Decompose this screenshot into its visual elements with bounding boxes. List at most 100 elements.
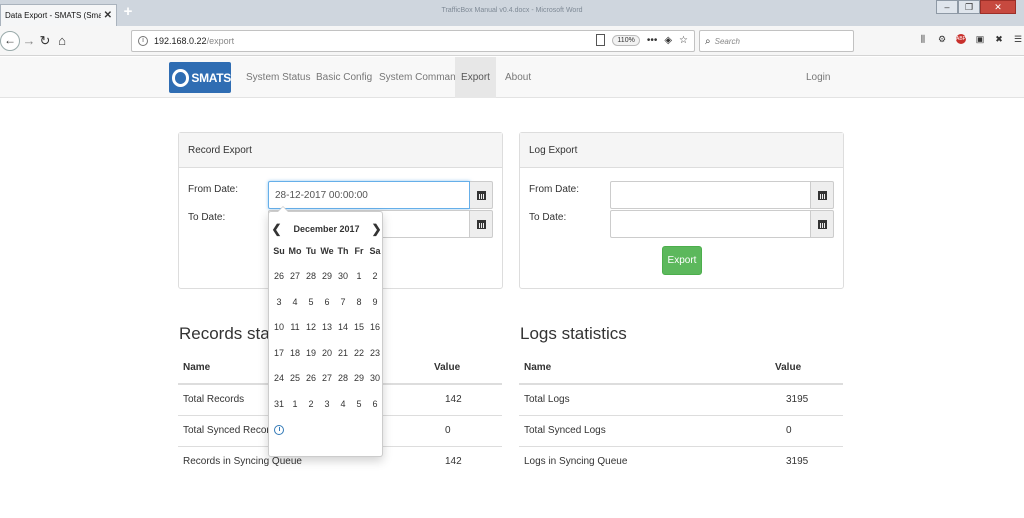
calendar-icon	[476, 190, 486, 200]
calendar-icon	[817, 190, 827, 200]
nav-system-status[interactable]: System Status	[238, 57, 318, 98]
datepicker-day[interactable]: 30	[367, 372, 383, 398]
log-to-label: To Date:	[529, 212, 567, 223]
logs-statistics-table: Name Value Total Logs 3195 Total Synced …	[519, 352, 843, 477]
datepicker-day[interactable]: 27	[319, 372, 335, 398]
home-button[interactable]: ⌂	[55, 32, 69, 50]
log-to-calendar-button[interactable]	[811, 210, 834, 238]
datepicker-day[interactable]: 30	[335, 270, 351, 296]
extension-gear-icon[interactable]: ⚙	[937, 34, 947, 44]
datepicker-day[interactable]: 2	[367, 270, 383, 296]
weekday-header: Tu	[305, 246, 317, 256]
log-to-date-input[interactable]	[610, 210, 811, 238]
weekday-header: Sa	[369, 246, 381, 256]
log-from-label: From Date:	[529, 184, 580, 195]
datepicker-day[interactable]: 4	[335, 398, 351, 424]
address-bar[interactable]: i 192.168.0.22 /export 110% ••• ◈ ☆	[131, 30, 695, 52]
stat-value: 3195	[786, 394, 809, 406]
datepicker-month-label[interactable]: December 2017	[284, 224, 369, 234]
adblock-icon[interactable]: ABP	[956, 34, 966, 44]
search-bar[interactable]: ⌕ Search	[699, 30, 854, 52]
reader-view-icon[interactable]	[596, 34, 606, 46]
prev-month-icon[interactable]: ❮	[269, 222, 284, 236]
record-from-calendar-button[interactable]	[470, 181, 493, 209]
pocket-icon[interactable]: ◈	[664, 35, 672, 46]
nav-basic-config[interactable]: Basic Config	[308, 57, 380, 98]
forward-button[interactable]: →	[22, 32, 36, 50]
url-path: /export	[206, 36, 235, 46]
datepicker-day[interactable]: 15	[351, 321, 367, 347]
datepicker-day[interactable]: 3	[319, 398, 335, 424]
datepicker-day[interactable]: 24	[271, 372, 287, 398]
smats-logo[interactable]: SMATS	[169, 62, 231, 93]
export-button[interactable]: Export	[662, 246, 702, 275]
calendar-icon	[476, 219, 486, 229]
record-to-calendar-button[interactable]	[470, 210, 493, 238]
datepicker-day[interactable]: 20	[319, 347, 335, 373]
datepicker-day[interactable]: 23	[367, 347, 383, 373]
reload-button[interactable]: ↻	[38, 32, 52, 50]
library-icon[interactable]: ⫼	[918, 34, 928, 44]
close-window-button[interactable]: ✕	[980, 0, 1016, 14]
nav-export[interactable]: Export	[455, 57, 496, 98]
stat-value: 142	[445, 394, 462, 406]
datepicker-day[interactable]: 26	[303, 372, 319, 398]
datepicker-day[interactable]: 10	[271, 321, 287, 347]
datepicker-day[interactable]: 11	[287, 321, 303, 347]
datepicker-day[interactable]: 31	[271, 398, 287, 424]
log-from-calendar-button[interactable]	[811, 181, 834, 209]
datepicker-day[interactable]: 29	[351, 372, 367, 398]
log-from-date-input[interactable]	[610, 181, 811, 209]
minimize-button[interactable]: –	[936, 0, 958, 14]
datepicker-day[interactable]: 25	[287, 372, 303, 398]
datepicker-day[interactable]: 8	[351, 296, 367, 322]
datepicker-day[interactable]: 19	[303, 347, 319, 373]
datepicker-day[interactable]: 5	[303, 296, 319, 322]
datepicker-day[interactable]: 5	[351, 398, 367, 424]
page-actions-icon[interactable]: •••	[647, 35, 658, 46]
datepicker-day[interactable]: 26	[271, 270, 287, 296]
datepicker-day[interactable]: 6	[367, 398, 383, 424]
browser-extensions: ⫼ ⚙ ABP ▣ ✖ ☰	[918, 34, 1023, 44]
stat-name: Logs in Syncing Queue	[519, 445, 748, 477]
datepicker-day[interactable]: 21	[335, 347, 351, 373]
nav-login[interactable]: Login	[798, 57, 838, 98]
search-placeholder: Search	[714, 36, 740, 46]
datepicker-day[interactable]: 4	[287, 296, 303, 322]
datepicker-day[interactable]: 3	[271, 296, 287, 322]
record-from-group	[268, 181, 493, 209]
datepicker-day[interactable]: 2	[303, 398, 319, 424]
datepicker-day[interactable]: 6	[319, 296, 335, 322]
datepicker-day[interactable]: 17	[271, 347, 287, 373]
datepicker-day[interactable]: 1	[287, 398, 303, 424]
zoom-level[interactable]: 110%	[612, 34, 640, 46]
sidebar-icon[interactable]: ▣	[975, 34, 985, 44]
restore-button[interactable]: ❐	[958, 0, 980, 14]
datepicker-day[interactable]: 27	[287, 270, 303, 296]
stat-value: 3195	[748, 445, 843, 477]
datepicker-day[interactable]: 29	[319, 270, 335, 296]
bookmark-star-icon[interactable]: ☆	[679, 35, 688, 46]
record-from-date-input[interactable]	[268, 181, 470, 209]
datepicker-day[interactable]: 1	[351, 270, 367, 296]
datepicker-day[interactable]: 28	[335, 372, 351, 398]
datepicker-day[interactable]: 16	[367, 321, 383, 347]
hamburger-menu-icon[interactable]: ☰	[1013, 34, 1023, 44]
datepicker-day[interactable]: 22	[351, 347, 367, 373]
datepicker-day[interactable]: 14	[335, 321, 351, 347]
table-row: Logs in Syncing Queue 3195	[519, 445, 843, 477]
tools-icon[interactable]: ✖	[994, 34, 1004, 44]
datepicker-day[interactable]: 12	[303, 321, 319, 347]
datepicker-day[interactable]: 18	[287, 347, 303, 373]
back-button[interactable]: ←	[0, 31, 20, 51]
site-info-icon[interactable]: i	[138, 36, 148, 46]
datepicker-day[interactable]: 13	[319, 321, 335, 347]
next-month-icon[interactable]: ❯	[369, 222, 384, 236]
table-row: Total Synced Logs 0	[519, 414, 843, 446]
nav-about[interactable]: About	[497, 57, 539, 98]
time-picker-clock-icon[interactable]	[274, 425, 284, 435]
datepicker-day[interactable]: 28	[303, 270, 319, 296]
app-navbar: SMATS System Status Basic Config System …	[0, 57, 1024, 98]
datepicker-day[interactable]: 9	[367, 296, 383, 322]
datepicker-day[interactable]: 7	[335, 296, 351, 322]
